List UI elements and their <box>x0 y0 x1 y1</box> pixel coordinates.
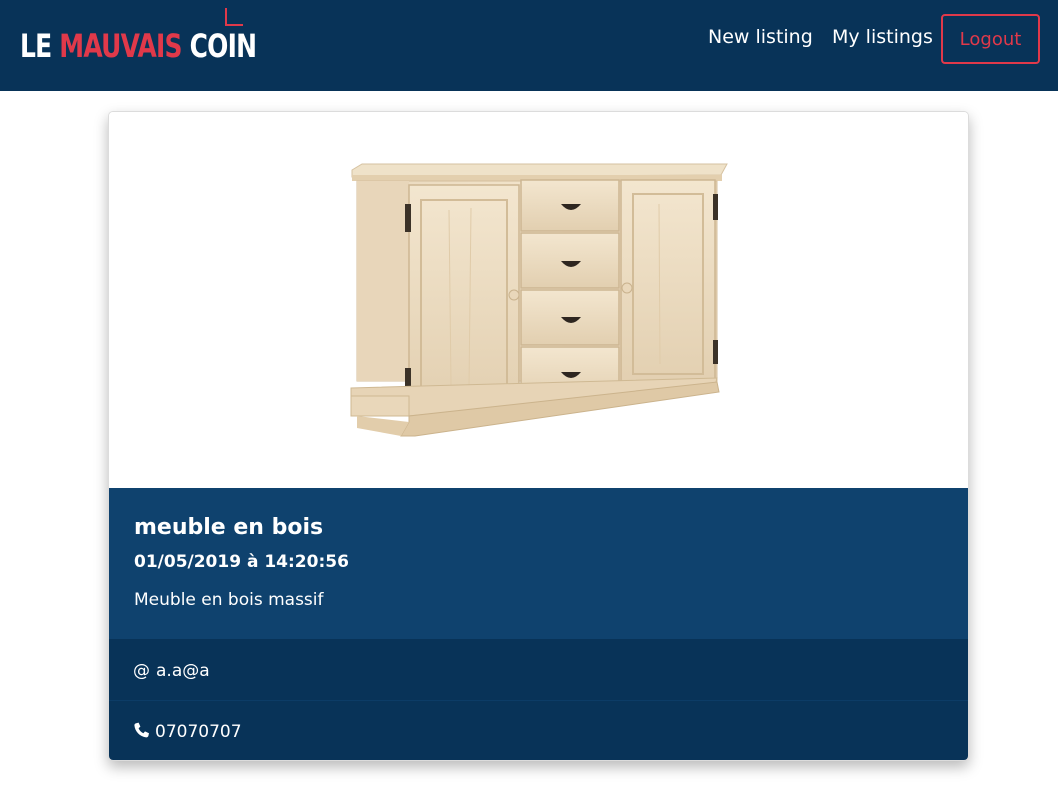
nav-link-new-listing[interactable]: New listing <box>708 24 813 50</box>
navbar: LE MAUVAIS COIN New listing My listings … <box>0 0 1058 91</box>
logo-corner-mark <box>225 8 243 26</box>
at-icon: @ <box>133 661 150 681</box>
brand-logo[interactable]: LE MAUVAIS COIN <box>18 8 257 65</box>
listing-image <box>109 112 968 488</box>
listing-card: meuble en bois 01/05/2019 à 14:20:56 Meu… <box>108 111 969 761</box>
contact-email-row: @ a.a@a <box>109 639 968 701</box>
sideboard-image <box>350 163 728 437</box>
brand-name: LE MAUVAIS COIN <box>20 26 257 66</box>
brand-word-mauvais: MAUVAIS <box>59 27 182 65</box>
phone-icon <box>133 722 149 746</box>
brand-word-coin: COIN <box>181 27 257 65</box>
listing-date: 01/05/2019 à 14:20:56 <box>134 552 349 572</box>
listing-details: meuble en bois 01/05/2019 à 14:20:56 Meu… <box>109 488 968 639</box>
logout-button[interactable]: Logout <box>941 14 1040 64</box>
contact-email[interactable]: a.a@a <box>156 659 210 683</box>
listing-title: meuble en bois <box>134 515 324 540</box>
nav-link-my-listings[interactable]: My listings <box>832 24 933 50</box>
contact-phone-row: 07070707 <box>109 701 968 760</box>
listing-description: Meuble en bois massif <box>134 590 324 610</box>
brand-word-le: LE <box>20 27 60 65</box>
contact-phone[interactable]: 07070707 <box>155 720 242 744</box>
